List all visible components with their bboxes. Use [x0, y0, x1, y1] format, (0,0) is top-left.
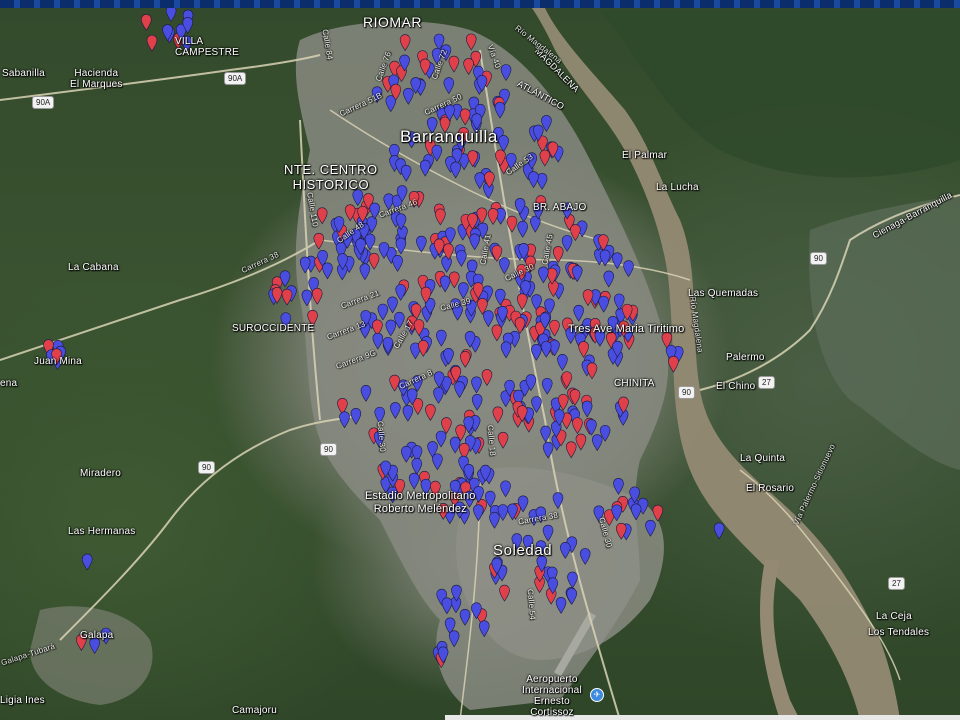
label-camajoru: Camajoru — [232, 705, 277, 716]
label-el-palmar: El Palmar — [622, 150, 668, 161]
label-la-quinta: La Quinta — [740, 453, 786, 464]
map-view[interactable]: RIOMAR VILLA CAMPESTRE Sabanilla Haciend… — [0, 0, 960, 720]
road-shield-27-south: 27 — [888, 577, 905, 590]
label-villa-campestre: VILLA CAMPESTRE — [175, 36, 240, 58]
map-pin-blue[interactable] — [81, 553, 93, 571]
label-centro-historico: NTE. CENTRO HISTORICO — [284, 162, 378, 192]
airport-icon[interactable]: ✈ — [590, 688, 604, 702]
label-la-cabana: La Cabana — [68, 262, 119, 273]
road-shield-90-south: 90 — [198, 461, 215, 474]
marsh-area — [809, 195, 960, 470]
label-el-rosario: El Rosario — [746, 483, 795, 494]
label-hacienda: Hacienda El Marques — [70, 68, 123, 90]
label-tres-ave-maria: Tres Ave Maria Tiritimo — [568, 323, 685, 335]
road-shield-90a-east: 90A — [224, 72, 247, 85]
label-palermo: Palermo — [726, 352, 765, 363]
label-riomar: RIOMAR — [363, 14, 422, 30]
map-pin-red[interactable] — [140, 14, 152, 31]
label-los-tendales: Los Tendales — [868, 627, 930, 638]
label-estadio: Estadio Metropolitano Roberto Meléndez — [365, 490, 476, 515]
label-ligia-ines: Ligia Ines — [0, 695, 45, 706]
label-el-chino: El Chino — [716, 381, 756, 392]
label-sabanilla: Sabanilla — [2, 68, 45, 79]
road-shield-90-center: 90 — [320, 443, 337, 456]
road-shield-90a-west: 90A — [32, 96, 55, 109]
map-pin-red[interactable] — [281, 288, 293, 306]
urban-galapa — [30, 606, 153, 705]
label-la-ceja: La Ceja — [876, 611, 912, 622]
road-shield-27-north: 27 — [758, 376, 775, 389]
label-barranquilla: Barranquilla — [400, 127, 498, 146]
header-stripe — [0, 0, 960, 8]
label-las-hermanas: Las Hermanas — [68, 526, 136, 537]
map-pin-red[interactable] — [146, 34, 158, 52]
label-ena: ena — [0, 378, 18, 389]
road-shield-90-east: 90 — [810, 252, 827, 265]
road-shield-90-river: 90 — [678, 386, 695, 399]
label-soledad: Soledad — [493, 542, 553, 559]
label-suroccidente: SUROCCIDENTE — [232, 323, 315, 334]
label-juan-mina: Juan Mina — [34, 356, 82, 367]
satellite-map-canvas[interactable] — [0, 0, 960, 720]
label-aeropuerto: Aeropuerto Internacional Ernesto Cortiss… — [522, 674, 582, 718]
label-la-lucha: La Lucha — [656, 182, 699, 193]
label-chinita: CHINITA — [614, 378, 655, 389]
label-galapa: Galapa — [80, 630, 114, 641]
map-pin-blue[interactable] — [713, 522, 725, 540]
label-barrio-abajo: BR. ABAJO — [533, 202, 587, 213]
label-miradero: Miradero — [80, 468, 122, 479]
label-las-quemadas: Las Quemadas — [688, 288, 759, 299]
